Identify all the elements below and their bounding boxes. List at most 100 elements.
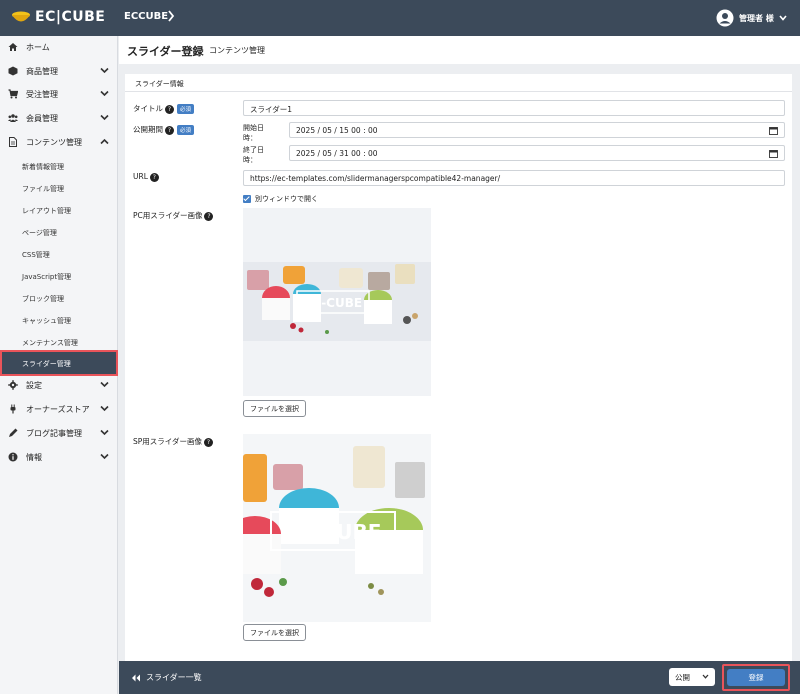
sidebar-subitem-label: 新着情報管理 bbox=[22, 163, 64, 171]
sidebar-subitem-cache[interactable]: キャッシュ管理 bbox=[0, 309, 118, 331]
slider-info-card: スライダー情報 タイトル? 必須 スライダー1 公開期間? 必須 開始日 時： 20… bbox=[125, 74, 792, 694]
sidebar-subitem-label: CSS管理 bbox=[22, 251, 50, 259]
help-icon[interactable]: ? bbox=[203, 437, 213, 447]
help-icon[interactable]: ? bbox=[149, 172, 159, 182]
sidebar-item-label: ホーム bbox=[26, 43, 50, 52]
new-window-checkbox[interactable]: 別ウィンドウで開く bbox=[243, 194, 318, 204]
sp-image-field-label: SP用スライダー画像? bbox=[133, 436, 213, 447]
section-title: スライダー情報 bbox=[135, 80, 184, 88]
info-icon bbox=[8, 452, 18, 462]
footer-action-bar: スライダー一覧 公開 登録 bbox=[119, 661, 800, 694]
publish-status-select[interactable]: 公開 bbox=[669, 668, 715, 686]
period-label-text: 公開期間 bbox=[133, 125, 163, 134]
end-datetime-input[interactable]: 2025 / 05 / 31 00 : 00 bbox=[289, 145, 785, 161]
sidebar-item-label: 受注管理 bbox=[26, 90, 58, 99]
page-header: スライダー登録 コンテンツ管理 bbox=[119, 36, 800, 64]
back-link-label: スライダー一覧 bbox=[146, 673, 202, 682]
new-window-label: 別ウィンドウで開く bbox=[255, 195, 318, 203]
sidebar-subitem-label: レイアウト管理 bbox=[22, 207, 71, 215]
url-label-text: URL bbox=[133, 172, 148, 181]
eccube-logo[interactable]: EC|CUBE bbox=[11, 9, 105, 27]
start-datetime-label: 開始日 時： bbox=[243, 123, 264, 143]
sidebar-subitem-label: JavaScript管理 bbox=[22, 273, 72, 281]
sidebar-subitem-css[interactable]: CSS管理 bbox=[0, 243, 118, 265]
sidebar-subitem-javascript[interactable]: JavaScript管理 bbox=[0, 265, 118, 287]
help-icon[interactable]: ? bbox=[165, 104, 174, 114]
cube-icon bbox=[8, 66, 18, 76]
pc-image-file-button[interactable]: ファイルを選択 bbox=[243, 400, 306, 417]
double-chevron-left-icon bbox=[132, 674, 140, 681]
title-field-label: タイトル? 必須 bbox=[133, 103, 195, 114]
sidebar-item-blog[interactable]: ブログ記事管理 bbox=[0, 422, 118, 444]
start-datetime-value: 2025 / 05 / 15 00 : 00 bbox=[296, 126, 378, 135]
sidebar-item-products[interactable]: 商品管理 bbox=[0, 60, 118, 82]
user-name: 管理者 様 bbox=[739, 13, 774, 23]
start-datetime-input[interactable]: 2025 / 05 / 15 00 : 00 bbox=[289, 122, 785, 138]
sidebar-item-settings[interactable]: 設定 bbox=[0, 374, 118, 396]
sidebar-subitem-label: ページ管理 bbox=[22, 229, 57, 237]
sidebar-item-owners-store[interactable]: オーナーズストア bbox=[0, 398, 118, 420]
sidebar-subitem-blocks[interactable]: ブロック管理 bbox=[0, 287, 118, 309]
sidebar-subitem-files[interactable]: ファイル管理 bbox=[0, 177, 118, 199]
status-value: 公開 bbox=[675, 673, 690, 682]
chevron-down-icon bbox=[100, 405, 109, 412]
chevron-down-icon bbox=[100, 114, 109, 121]
start-label-line1: 開始日 bbox=[243, 124, 264, 132]
title-label-text: タイトル bbox=[133, 104, 163, 113]
chevron-down-icon bbox=[100, 67, 109, 74]
sp-image-file-button[interactable]: ファイルを選択 bbox=[243, 624, 306, 641]
logo-text: EC|CUBE bbox=[35, 9, 106, 25]
users-icon bbox=[8, 114, 18, 122]
cart-icon bbox=[8, 89, 18, 99]
save-button[interactable]: 登録 bbox=[727, 669, 785, 686]
sidebar-item-label: 設定 bbox=[26, 381, 42, 390]
start-label-line2: 時： bbox=[243, 134, 257, 142]
sidebar-subitem-label: キャッシュ管理 bbox=[22, 317, 71, 325]
chevron-down-icon bbox=[100, 453, 109, 460]
chevron-down-icon bbox=[100, 90, 109, 97]
chevron-down-icon bbox=[100, 429, 109, 436]
home-icon bbox=[8, 43, 18, 51]
sidebar-item-label: 商品管理 bbox=[26, 67, 58, 76]
sidebar-subitem-slider[interactable]: スライダー管理 bbox=[0, 350, 118, 376]
user-menu[interactable]: 管理者 様 bbox=[716, 9, 787, 27]
help-icon[interactable]: ? bbox=[204, 211, 214, 221]
chevron-right-icon[interactable] bbox=[167, 10, 175, 22]
end-datetime-label: 終了日 時： bbox=[243, 145, 264, 165]
required-badge: 必須 bbox=[177, 125, 195, 135]
page-title: スライダー登録 bbox=[127, 45, 204, 58]
required-badge: 必須 bbox=[177, 104, 195, 114]
sidebar-item-info[interactable]: 情報 bbox=[0, 446, 118, 468]
chevron-up-icon bbox=[100, 138, 109, 145]
site-name-link[interactable]: ECCUBE bbox=[124, 11, 168, 22]
pc-image-label-text: PC用スライダー画像 bbox=[133, 211, 203, 220]
back-to-slider-list-link[interactable]: スライダー一覧 bbox=[131, 672, 202, 683]
sidebar-item-content[interactable]: コンテンツ管理 bbox=[0, 131, 118, 153]
gear-icon bbox=[8, 380, 18, 390]
help-icon[interactable]: ? bbox=[165, 125, 174, 135]
sidebar-subitem-pages[interactable]: ページ管理 bbox=[0, 221, 118, 243]
calendar-icon[interactable] bbox=[769, 126, 778, 135]
url-field-label: URL? bbox=[133, 172, 159, 182]
pc-slider-image-preview: EC-CUBE bbox=[243, 208, 431, 396]
calendar-icon[interactable] bbox=[769, 149, 778, 158]
sidebar-subitem-news[interactable]: 新着情報管理 bbox=[0, 155, 118, 177]
sidebar-item-label: 会員管理 bbox=[26, 114, 58, 123]
title-input[interactable]: スライダー1 bbox=[243, 100, 785, 116]
sidebar-subitem-label: メンテナンス管理 bbox=[22, 339, 78, 347]
checkbox-checked-icon[interactable] bbox=[243, 195, 251, 203]
sidebar-item-home[interactable]: ホーム bbox=[0, 36, 118, 58]
chevron-down-icon bbox=[779, 15, 787, 21]
user-avatar-icon bbox=[716, 9, 734, 27]
url-input[interactable]: https://ec-templates.com/slidermanagersp… bbox=[243, 170, 785, 186]
end-label-line1: 終了日 bbox=[243, 146, 264, 154]
pc-image-field-label: PC用スライダー画像? bbox=[133, 210, 214, 221]
sidebar-subitem-label: スライダー管理 bbox=[22, 360, 71, 368]
sidebar-item-label: 情報 bbox=[26, 453, 42, 462]
top-header: EC|CUBE ECCUBE 管理者 様 bbox=[0, 0, 800, 36]
sidebar-item-orders[interactable]: 受注管理 bbox=[0, 83, 118, 105]
save-button-highlight: 登録 bbox=[722, 664, 790, 691]
sidebar-item-members[interactable]: 会員管理 bbox=[0, 107, 118, 129]
plug-icon bbox=[10, 404, 16, 414]
sidebar-subitem-layout[interactable]: レイアウト管理 bbox=[0, 199, 118, 221]
